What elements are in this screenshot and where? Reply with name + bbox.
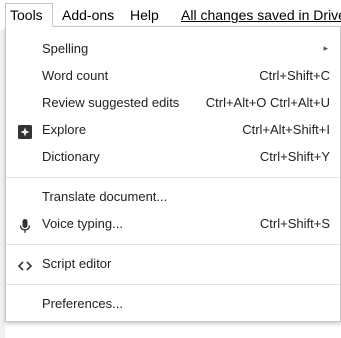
menu-divider (6, 177, 340, 178)
menu-item-shortcut: Ctrl+Shift+Y (259, 149, 330, 164)
menu-divider (6, 244, 340, 245)
menu-help[interactable]: Help (130, 4, 159, 26)
menu-item-label: Spelling (42, 41, 89, 56)
tools-menu-dropdown: Spelling ▸ Word count Ctrl+Shift+C Revie… (5, 26, 341, 322)
microphone-icon (17, 216, 33, 233)
code-icon (17, 256, 33, 272)
menu-item-preferences[interactable]: Preferences... (6, 290, 340, 317)
menu-item-label: Dictionary (42, 149, 100, 164)
explore-icon (17, 122, 33, 139)
menu-item-label: Preferences... (42, 296, 123, 311)
menu-item-shortcut: Ctrl+Alt+O Ctrl+Alt+U (205, 95, 330, 110)
menu-item-shortcut: Ctrl+Shift+C (259, 68, 330, 83)
menu-item-label: Voice typing... (42, 216, 123, 231)
submenu-arrow-icon: ▸ (323, 43, 328, 53)
menu-item-shortcut: Ctrl+Alt+Shift+I (242, 122, 330, 137)
menu-item-spelling[interactable]: Spelling ▸ (6, 35, 340, 62)
menu-item-review-suggested-edits[interactable]: Review suggested edits Ctrl+Alt+O Ctrl+A… (6, 89, 340, 116)
menu-item-shortcut: Ctrl+Shift+S (259, 216, 330, 231)
menu-item-label: Script editor (42, 256, 112, 271)
menu-add-ons[interactable]: Add-ons (62, 4, 114, 26)
menu-item-label: Explore (42, 122, 87, 137)
menu-item-label: Review suggested edits (42, 95, 180, 110)
menu-item-translate-document[interactable]: Translate document... (6, 183, 340, 210)
menu-item-label: Translate document... (42, 189, 168, 204)
menu-divider (6, 284, 340, 285)
menu-item-voice-typing[interactable]: Voice typing... Ctrl+Shift+S (6, 210, 340, 237)
menu-tools[interactable]: Tools (5, 3, 53, 27)
menu-item-explore[interactable]: Explore Ctrl+Alt+Shift+I (6, 116, 340, 143)
save-status-link[interactable]: All changes saved in Drive (181, 4, 341, 26)
menu-item-word-count[interactable]: Word count Ctrl+Shift+C (6, 62, 340, 89)
menu-item-dictionary[interactable]: Dictionary Ctrl+Shift+Y (6, 143, 340, 170)
menu-item-script-editor[interactable]: Script editor (6, 250, 340, 277)
menu-item-label: Word count (42, 68, 109, 83)
